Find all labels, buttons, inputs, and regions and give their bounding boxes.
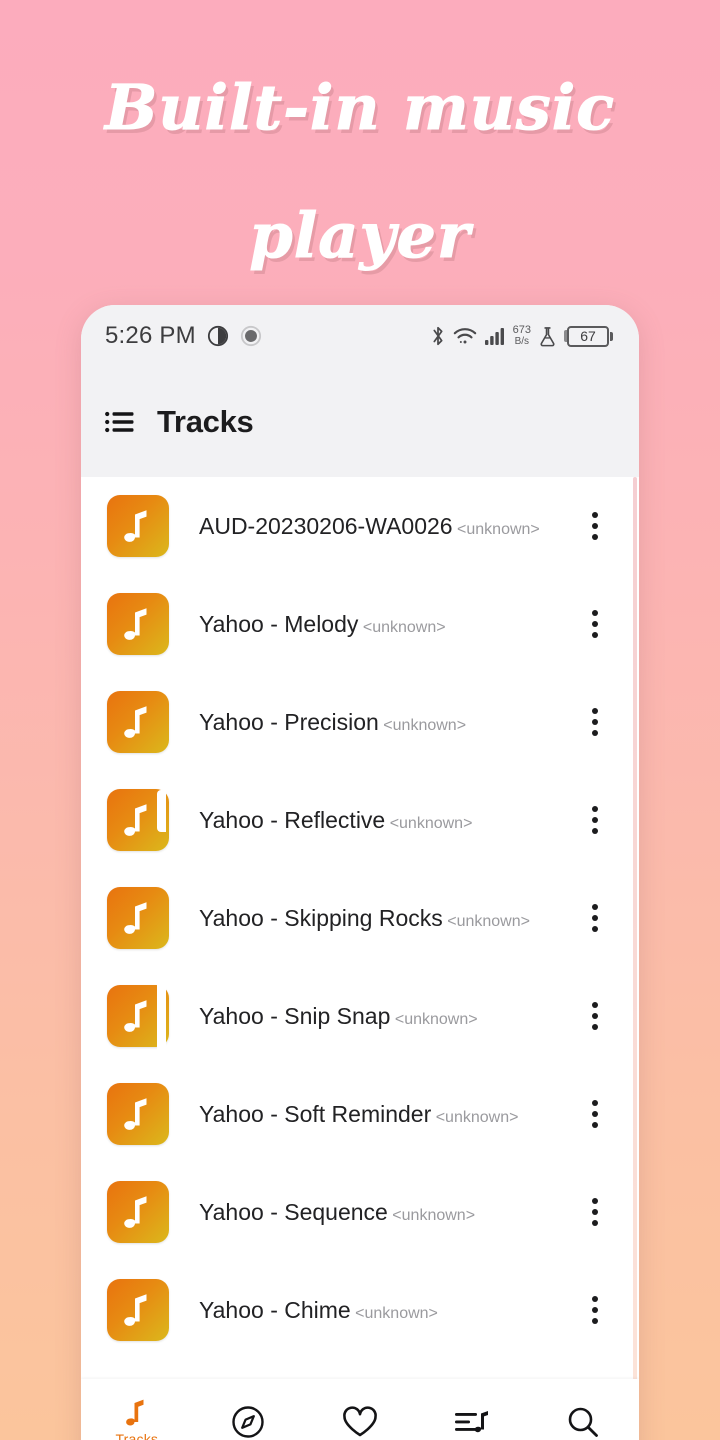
track-list[interactable]: AUD-20230206-WA0026 <unknown> Yahoo - Me…: [81, 477, 639, 1395]
album-art-music-note-icon: [107, 1181, 169, 1243]
status-bar-clock: 5:26 PM: [105, 322, 196, 349]
table-row[interactable]: Yahoo - Sequence <unknown>: [81, 1163, 639, 1261]
track-info: Yahoo - Skipping Rocks <unknown>: [199, 904, 567, 933]
track-info: Yahoo - Chime <unknown>: [199, 1296, 567, 1325]
track-overflow-menu-icon[interactable]: [575, 1184, 615, 1240]
table-row[interactable]: Yahoo - Precision <unknown>: [81, 673, 639, 771]
phone-side-button-volume-down: [157, 981, 166, 1055]
track-overflow-menu-icon[interactable]: [575, 890, 615, 946]
track-title: Yahoo - Snip Snap: [199, 1002, 391, 1029]
network-speed-value: 673: [512, 324, 531, 336]
track-info: Yahoo - Snip Snap <unknown>: [199, 1002, 567, 1031]
nav-item-tracks[interactable]: Tracks: [81, 1379, 193, 1440]
track-title: Yahoo - Sequence: [199, 1198, 388, 1225]
app-bar: Tracks: [81, 367, 639, 477]
track-artist: <unknown>: [447, 912, 530, 930]
table-row[interactable]: Yahoo - Melody <unknown>: [81, 575, 639, 673]
battery-icon: 67: [564, 325, 613, 347]
track-title: Yahoo - Reflective: [199, 806, 386, 833]
phone-side-button-volume-up: [157, 790, 166, 832]
battery-tip: [610, 331, 613, 341]
track-info: Yahoo - Precision <unknown>: [199, 708, 567, 737]
album-art-music-note-icon: [107, 593, 169, 655]
track-info: Yahoo - Reflective <unknown>: [199, 806, 567, 835]
search-icon: [565, 1404, 601, 1440]
track-info: Yahoo - Sequence <unknown>: [199, 1198, 567, 1227]
track-artist: <unknown>: [435, 1108, 519, 1126]
track-title: Yahoo - Skipping Rocks: [199, 904, 443, 931]
track-artist: <unknown>: [394, 1010, 478, 1028]
status-bar-right: 673 B/s 67: [430, 325, 613, 347]
track-artist: <unknown>: [457, 520, 540, 538]
track-info: Yahoo - Soft Reminder <unknown>: [199, 1100, 567, 1129]
bluetooth-icon: [430, 325, 446, 347]
record-dot-icon: [240, 325, 262, 347]
promo-banner: Built-in music player 5:26 PM 673 B/s 67…: [0, 0, 720, 1440]
network-speed-unit: B/s: [514, 336, 530, 347]
track-artist: <unknown>: [383, 716, 467, 734]
table-row[interactable]: Yahoo - Chime <unknown>: [81, 1261, 639, 1359]
track-overflow-menu-icon[interactable]: [575, 1086, 615, 1142]
bottom-navigation: Tracks: [81, 1379, 639, 1440]
cellular-signal-icon: [484, 326, 506, 346]
battery-level: 67: [567, 325, 609, 347]
page-title: Tracks: [157, 404, 254, 439]
track-title: AUD-20230206-WA0026: [199, 512, 453, 539]
heart-icon: [341, 1405, 379, 1439]
track-artist: <unknown>: [392, 1206, 476, 1224]
track-overflow-menu-icon[interactable]: [575, 792, 615, 848]
album-art-music-note-icon: [107, 495, 169, 557]
headline-line-1: Built-in music: [104, 71, 616, 145]
album-art-music-note-icon: [107, 1279, 169, 1341]
track-info: AUD-20230206-WA0026 <unknown>: [199, 512, 567, 541]
track-title: Yahoo - Melody: [199, 610, 359, 637]
track-info: Yahoo - Melody <unknown>: [199, 610, 567, 639]
track-title: Yahoo - Precision: [199, 708, 379, 735]
phone-mockup: 5:26 PM 673 B/s 67 Tracks AUD-20230206-W…: [81, 305, 639, 1440]
nav-item-label: Tracks: [115, 1430, 159, 1440]
nav-item-search[interactable]: [527, 1379, 639, 1440]
table-row[interactable]: AUD-20230206-WA0026 <unknown>: [81, 477, 639, 575]
track-artist: <unknown>: [355, 1304, 438, 1322]
album-art-music-note-icon: [107, 1083, 169, 1145]
list-menu-icon[interactable]: [105, 410, 135, 434]
network-speed-indicator: 673 B/s: [513, 325, 531, 347]
headline-line-2: player: [249, 199, 471, 273]
do-not-disturb-icon: [207, 325, 229, 347]
track-title: Yahoo - Chime: [199, 1296, 351, 1323]
nav-item-explore[interactable]: [193, 1379, 305, 1440]
track-overflow-menu-icon[interactable]: [575, 1282, 615, 1338]
track-overflow-menu-icon[interactable]: [575, 694, 615, 750]
track-title: Yahoo - Soft Reminder: [199, 1100, 432, 1127]
album-art-music-note-icon: [107, 691, 169, 753]
promo-headline: Built-in music player: [0, 44, 720, 300]
track-overflow-menu-icon[interactable]: [575, 596, 615, 652]
scrollbar[interactable]: [633, 477, 637, 1395]
nav-item-favorites[interactable]: [304, 1379, 416, 1440]
track-artist: <unknown>: [389, 814, 473, 832]
playlist-icon: [453, 1407, 491, 1437]
status-bar: 5:26 PM 673 B/s 67: [81, 305, 639, 367]
music-note-icon: [124, 1398, 150, 1428]
table-row[interactable]: Yahoo - Skipping Rocks <unknown>: [81, 869, 639, 967]
compass-icon: [230, 1404, 266, 1440]
wifi-icon: [453, 326, 477, 346]
flask-icon: [538, 326, 557, 347]
album-art-music-note-icon: [107, 887, 169, 949]
track-overflow-menu-icon[interactable]: [575, 988, 615, 1044]
track-artist: <unknown>: [362, 618, 446, 636]
status-bar-left: 5:26 PM: [105, 322, 262, 350]
table-row[interactable]: Yahoo - Soft Reminder <unknown>: [81, 1065, 639, 1163]
nav-item-playlist[interactable]: [416, 1379, 528, 1440]
track-overflow-menu-icon[interactable]: [575, 498, 615, 554]
